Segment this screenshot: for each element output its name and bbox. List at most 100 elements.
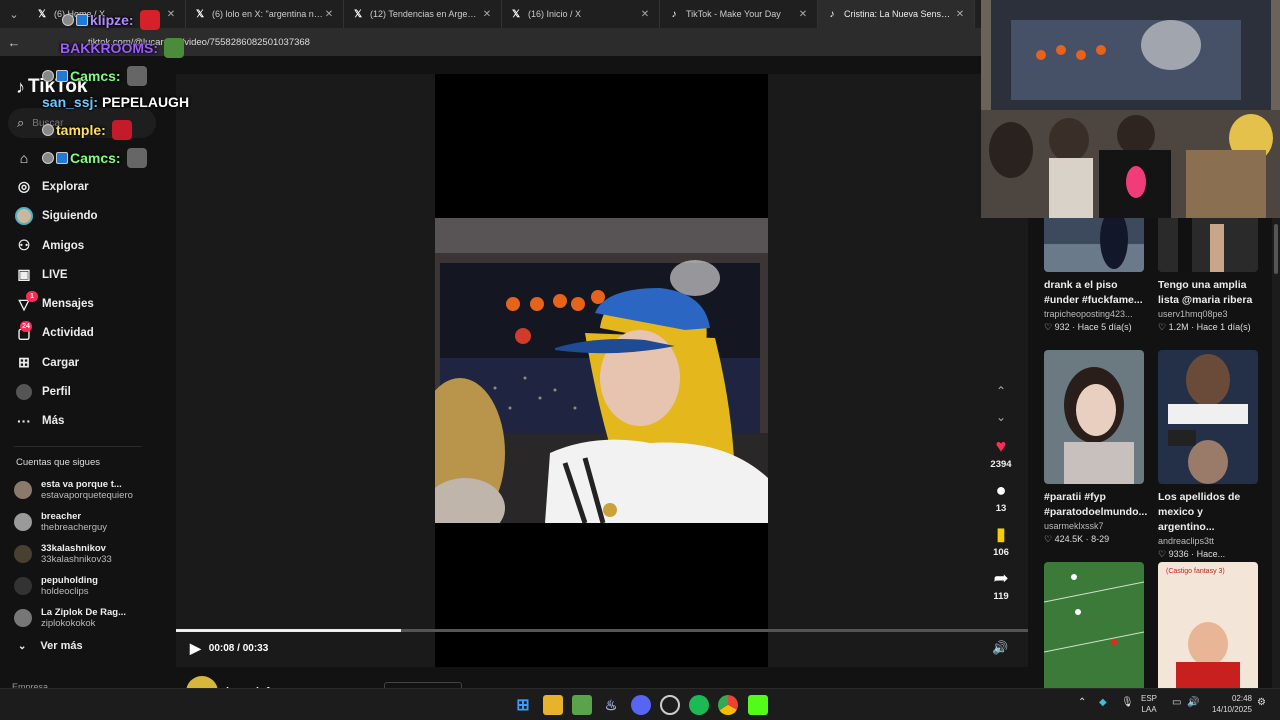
scrollbar-thumb[interactable]	[1274, 224, 1278, 274]
avatar	[14, 577, 32, 595]
friends-icon: ⚇	[17, 237, 31, 254]
following-account[interactable]: esta va porque t... estavaporquetequiero	[14, 474, 133, 506]
recommended-video-card[interactable]: drank a el piso #under #fuckfame... trap…	[1044, 218, 1144, 333]
steam-icon[interactable]: ♨	[601, 695, 621, 715]
comment-button[interactable]: ● 13	[985, 480, 1017, 524]
close-icon[interactable]: ✕	[639, 9, 651, 20]
sidebar-item-more[interactable]: ··· Más	[14, 407, 98, 436]
tab-x-tendencias[interactable]: 𝕏 (12) Tendencias en Argentina en ✕	[344, 0, 502, 28]
chat-message: Camcs:	[42, 66, 147, 86]
scrollbar-track[interactable]	[1272, 218, 1280, 688]
webcam-image	[981, 0, 1280, 218]
avatar	[14, 513, 32, 531]
recommended-video-card[interactable]: Los apellidos de mexico y argentino... a…	[1158, 350, 1258, 560]
x-logo-icon: 𝕏	[37, 8, 47, 20]
video-content-image	[435, 218, 768, 523]
account-name: pepuholding	[41, 575, 98, 586]
microphone-icon[interactable]: 🎙	[1121, 697, 1134, 708]
following-account[interactable]: 33kalashnikov 33kalashnikov33	[14, 538, 133, 570]
video-thumbnail	[1044, 562, 1144, 688]
sidebar-item-activity[interactable]: ▢ 24 Actividad	[14, 319, 98, 348]
system-clock[interactable]: 02:48 14/10/2025	[1206, 693, 1252, 715]
volume-icon[interactable]: 🔊	[1187, 697, 1199, 708]
kick-icon[interactable]	[748, 695, 768, 715]
chevron-up-icon[interactable]: ⌃	[1078, 697, 1086, 708]
tab-title: TikTok - Make Your Day	[686, 9, 781, 19]
network-icon[interactable]: ▭	[1172, 697, 1181, 708]
obs-icon[interactable]	[660, 695, 680, 715]
chat-username: san_ssj	[42, 94, 94, 110]
video-meta: ♡ 1.2M · Hace 1 día(s)	[1158, 322, 1251, 332]
security-icon[interactable]: ◆	[1099, 697, 1107, 708]
following-account[interactable]: breacher thebreacherguy	[14, 506, 133, 538]
recommended-video-card[interactable]: (Castigo fantasy 3)	[1158, 562, 1258, 688]
close-icon[interactable]: ✕	[165, 9, 177, 20]
video-player[interactable]: ▶ 00:08 / 00:33 🔊	[176, 74, 1028, 667]
close-icon[interactable]: ✕	[323, 9, 335, 20]
chrome-icon[interactable]	[718, 695, 738, 715]
sidebar-item-following[interactable]: Siguiendo	[14, 202, 98, 231]
share-icon: ➦	[993, 568, 1009, 588]
tiktok-logo-icon: ♪	[671, 8, 677, 20]
share-button[interactable]: ➦ 119	[985, 568, 1017, 612]
following-avatar-icon	[14, 206, 34, 226]
spotify-icon[interactable]	[689, 695, 709, 715]
chat-message: klipze:	[62, 10, 160, 30]
recommended-video-card[interactable]: #paratii #fyp #paratodoelmundo... usarme…	[1044, 350, 1148, 545]
video-thumbnail	[1158, 350, 1258, 484]
video-progress-bar[interactable]	[176, 629, 1028, 632]
following-account[interactable]: pepuholding holdeoclips	[14, 570, 133, 602]
like-button[interactable]: ♥ 2394	[985, 436, 1017, 480]
chat-username: BAKKROOMS	[60, 40, 154, 56]
back-button[interactable]: ←	[0, 28, 28, 56]
following-account[interactable]: La Ziplok De Rag... ziplokokokok	[14, 602, 133, 634]
sidebar-item-live[interactable]: ▣ LIVE	[14, 260, 98, 289]
account-handle: estavaporquetequiero	[41, 490, 133, 501]
recommended-video-card[interactable]: Tengo una amplia lista @maria ribera use…	[1158, 218, 1258, 333]
account-name: breacher	[41, 511, 82, 522]
close-icon[interactable]: ✕	[954, 9, 966, 20]
sidebar-item-friends[interactable]: ⚇ Amigos	[14, 231, 98, 260]
close-icon[interactable]: ✕	[481, 9, 493, 20]
chevron-down-icon: ⌄	[9, 8, 19, 21]
home-icon: ⌂	[19, 149, 29, 166]
discord-icon[interactable]	[631, 695, 651, 715]
next-video-button[interactable]: ⌄	[985, 410, 1017, 436]
screen: ⌄ 𝕏 (6) Home / X ✕ 𝕏 (6) lolo en X: "arg…	[0, 0, 1280, 720]
video-title: #paratii #fyp #paratodoelmundo...	[1044, 491, 1148, 518]
chevron-up-icon: ⌃	[995, 384, 1007, 398]
chat-badge-icon	[56, 70, 68, 82]
windows-start-icon[interactable]: ⊞	[513, 695, 533, 715]
save-button[interactable]: ▮ 106	[985, 524, 1017, 568]
file-explorer-icon[interactable]	[543, 695, 563, 715]
tab-tiktok-video[interactable]: ♪ Cristina: La Nueva Sensación de ✕	[818, 0, 975, 28]
video-time: 00:08 / 00:33	[208, 643, 269, 654]
close-icon[interactable]: ✕	[797, 9, 809, 20]
chat-badge-icon	[56, 152, 68, 164]
recommended-video-card[interactable]	[1044, 562, 1144, 688]
tab-x-inicio[interactable]: 𝕏 (16) Inicio / X ✕	[502, 0, 660, 28]
minecraft-icon[interactable]	[572, 695, 592, 715]
chat-emote-icon	[126, 66, 147, 86]
sidebar-item-profile[interactable]: Perfil	[14, 377, 98, 406]
tab-search-button[interactable]: ⌄	[0, 0, 28, 28]
chat-badge-icon	[42, 152, 54, 164]
sidebar-item-explore[interactable]: ◎ Explorar	[14, 172, 98, 201]
input-language[interactable]: ESP LAA	[1141, 693, 1157, 715]
notification-icon[interactable]: ⚙	[1257, 697, 1266, 708]
previous-video-button[interactable]: ⌃	[985, 384, 1017, 410]
see-more-button[interactable]: ⌄ Ver más	[18, 640, 83, 652]
sidebar-item-messages[interactable]: ▽ 1 Mensajes	[14, 289, 98, 318]
sidebar-item-upload[interactable]: ⊞ Cargar	[14, 348, 98, 377]
sidebar-item-label: Mensajes	[42, 298, 94, 311]
video-progress-fill	[176, 629, 401, 632]
tiktok-logo-icon: ♪	[16, 76, 25, 97]
tab-x-lolo[interactable]: 𝕏 (6) lolo en X: "argentina necesita ✕	[186, 0, 344, 28]
tab-tiktok-home[interactable]: ♪ TikTok - Make Your Day ✕	[660, 0, 818, 28]
video-frame[interactable]	[435, 218, 768, 523]
play-icon[interactable]: ▶	[190, 640, 201, 657]
save-count: 106	[993, 547, 1009, 558]
video-meta: ♡ 932 · Hace 5 día(s)	[1044, 322, 1132, 332]
volume-icon[interactable]: 🔊	[992, 640, 1008, 656]
x-logo-icon: 𝕏	[353, 8, 363, 20]
